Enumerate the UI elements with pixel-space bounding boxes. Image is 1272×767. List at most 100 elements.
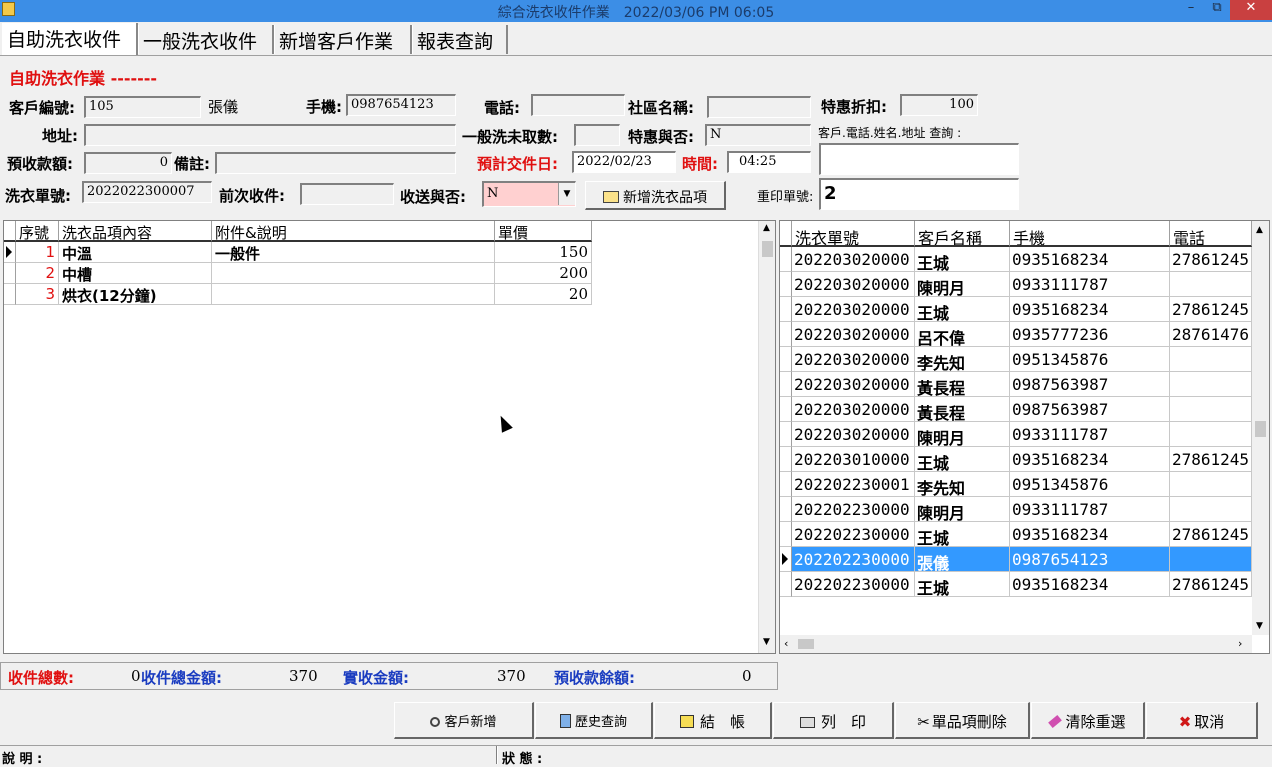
orders-vertical-scrollbar[interactable]: ▲ ▼ xyxy=(1252,221,1269,635)
order-no-cell[interactable]: 202203020000 xyxy=(792,347,915,372)
checkout-button[interactable]: 結 帳 xyxy=(654,702,772,739)
item-note-cell[interactable] xyxy=(212,263,495,284)
customer-name-cell[interactable]: 呂不偉 xyxy=(915,322,1010,347)
history-button[interactable]: 歷史查詢 xyxy=(535,702,653,739)
delivery-select[interactable]: N ▼ xyxy=(482,181,576,207)
mobile-cell[interactable]: 0935168234 xyxy=(1010,247,1170,272)
customer-name-cell[interactable]: 王城 xyxy=(915,247,1010,272)
customer-name-cell[interactable]: 王城 xyxy=(915,572,1010,597)
items-header-no[interactable]: 序號 xyxy=(16,221,59,242)
order-no-cell[interactable]: 202203020000 xyxy=(792,322,915,347)
mobile-cell[interactable]: 0935168234 xyxy=(1010,522,1170,547)
scroll-thumb[interactable] xyxy=(798,639,814,649)
delete-item-button[interactable]: ✂ 單品項刪除 xyxy=(895,702,1030,739)
order-no-cell[interactable]: 202202230000 xyxy=(792,572,915,597)
phone-cell[interactable] xyxy=(1170,497,1252,522)
discount-field[interactable]: 100 xyxy=(900,94,978,116)
item-name-cell[interactable]: 中槽 xyxy=(59,263,212,284)
special-field[interactable]: N xyxy=(705,124,811,146)
mobile-field[interactable]: 0987654123 xyxy=(346,94,456,116)
item-no-cell[interactable]: 3 xyxy=(16,284,59,305)
phone-cell[interactable]: 27861245 xyxy=(1170,572,1252,597)
note-field[interactable] xyxy=(215,152,456,174)
mobile-cell[interactable]: 0951345876 xyxy=(1010,472,1170,497)
customer-name-cell[interactable]: 李先知 xyxy=(915,347,1010,372)
prev-field[interactable] xyxy=(300,183,394,205)
item-price-cell[interactable]: 150 xyxy=(495,242,592,263)
dropdown-arrow-icon[interactable]: ▼ xyxy=(558,183,575,205)
customer-name-cell[interactable]: 陳明月 xyxy=(915,272,1010,297)
phone-cell[interactable]: 27861245 xyxy=(1170,522,1252,547)
phone-cell[interactable] xyxy=(1170,422,1252,447)
tab-report-query[interactable]: 報表查詢 xyxy=(412,25,508,54)
item-price-cell[interactable]: 20 xyxy=(495,284,592,305)
uncollected-field[interactable] xyxy=(574,124,620,146)
order-no-cell[interactable]: 202202230001 xyxy=(792,472,915,497)
order-no-cell[interactable]: 202203020000 xyxy=(792,422,915,447)
community-field[interactable] xyxy=(707,96,811,118)
items-header-price[interactable]: 單價 xyxy=(495,221,592,242)
orders-header-mobile[interactable]: 手機 xyxy=(1010,221,1170,247)
address-field[interactable] xyxy=(84,124,456,146)
customer-name-cell[interactable]: 張儀 xyxy=(915,547,1010,572)
customer-name-cell[interactable]: 陳明月 xyxy=(915,497,1010,522)
clear-button[interactable]: 清除重選 xyxy=(1031,702,1145,739)
order-no-cell[interactable]: 202203020000 xyxy=(792,272,915,297)
mobile-cell[interactable]: 0987654123 xyxy=(1010,547,1170,572)
mobile-cell[interactable]: 0987563987 xyxy=(1010,397,1170,422)
phone-cell[interactable]: 28761476 xyxy=(1170,322,1252,347)
tab-self-service[interactable]: 自助洗衣收件 xyxy=(2,23,138,55)
phone-cell[interactable] xyxy=(1170,272,1252,297)
phone-cell[interactable] xyxy=(1170,372,1252,397)
close-button[interactable]: ✕ xyxy=(1230,0,1272,20)
customer-name-cell[interactable]: 黃長程 xyxy=(915,372,1010,397)
customer-name-cell[interactable]: 李先知 xyxy=(915,472,1010,497)
item-no-cell[interactable]: 2 xyxy=(16,263,59,284)
phone-cell[interactable]: 27861245 xyxy=(1170,247,1252,272)
order-no-field[interactable]: 2022022300007 xyxy=(82,181,212,203)
phone-cell[interactable] xyxy=(1170,397,1252,422)
customer-name-cell[interactable]: 王城 xyxy=(915,522,1010,547)
mobile-cell[interactable]: 0935168234 xyxy=(1010,447,1170,472)
customer-no-field[interactable]: 105 xyxy=(84,96,201,118)
minimize-button[interactable]: – xyxy=(1178,0,1204,20)
query-field[interactable] xyxy=(819,143,1019,175)
restore-button[interactable]: ⧉ xyxy=(1204,0,1230,20)
item-no-cell[interactable]: 1 xyxy=(16,242,59,263)
mobile-cell[interactable]: 0933111787 xyxy=(1010,272,1170,297)
tab-general-laundry[interactable]: 一般洗衣收件 xyxy=(138,25,274,54)
customer-name-cell[interactable]: 陳明月 xyxy=(915,422,1010,447)
items-header-note[interactable]: 附件&說明 xyxy=(212,221,495,242)
item-name-cell[interactable]: 中溫 xyxy=(59,242,212,263)
mobile-cell[interactable]: 0935777236 xyxy=(1010,322,1170,347)
mobile-cell[interactable]: 0933111787 xyxy=(1010,422,1170,447)
scroll-down-arrow-icon[interactable]: ▼ xyxy=(763,637,770,647)
prepay-field[interactable]: 0 xyxy=(84,152,172,174)
item-price-cell[interactable]: 200 xyxy=(495,263,592,284)
order-no-cell[interactable]: 202202230000 xyxy=(792,547,915,572)
order-no-cell[interactable]: 202203020000 xyxy=(792,297,915,322)
item-note-cell[interactable]: 一般件 xyxy=(212,242,495,263)
scroll-thumb[interactable] xyxy=(762,241,773,257)
phone-cell[interactable] xyxy=(1170,472,1252,497)
order-no-cell[interactable]: 202202230000 xyxy=(792,497,915,522)
orders-grid[interactable]: 洗衣單號 客戶名稱 手機 電話 202203020000 王城 0935168234… xyxy=(779,220,1270,654)
phone-cell[interactable]: 27861245 xyxy=(1170,447,1252,472)
scroll-down-arrow-icon[interactable]: ▼ xyxy=(1256,621,1263,631)
customer-name-cell[interactable]: 王城 xyxy=(915,297,1010,322)
scroll-thumb[interactable] xyxy=(1255,421,1266,437)
customer-name-cell[interactable]: 黃長程 xyxy=(915,397,1010,422)
mobile-cell[interactable]: 0933111787 xyxy=(1010,497,1170,522)
add-customer-button[interactable]: 客戶新增 xyxy=(394,702,534,739)
order-no-cell[interactable]: 202203010000 xyxy=(792,447,915,472)
order-no-cell[interactable]: 202203020000 xyxy=(792,247,915,272)
orders-header-name[interactable]: 客戶名稱 xyxy=(915,221,1010,247)
add-item-button[interactable]: 新增洗衣品項 xyxy=(585,181,726,210)
tab-new-customer[interactable]: 新增客戶作業 xyxy=(274,25,412,54)
reprint-field[interactable]: 2 xyxy=(819,178,1019,210)
items-vertical-scrollbar[interactable]: ▲ ▼ xyxy=(758,221,775,653)
cancel-button[interactable]: ✖ 取消 xyxy=(1146,702,1258,739)
mobile-cell[interactable]: 0987563987 xyxy=(1010,372,1170,397)
order-no-cell[interactable]: 202203020000 xyxy=(792,372,915,397)
mobile-cell[interactable]: 0935168234 xyxy=(1010,572,1170,597)
